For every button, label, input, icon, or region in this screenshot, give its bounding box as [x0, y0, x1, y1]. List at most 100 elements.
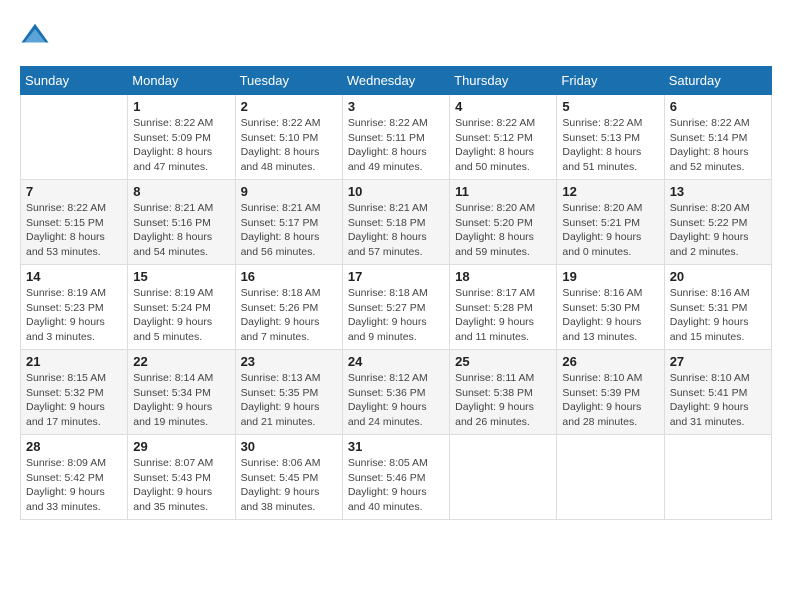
- day-info: Sunrise: 8:22 AMSunset: 5:09 PMDaylight:…: [133, 116, 229, 175]
- calendar-cell: [450, 435, 557, 520]
- day-number: 17: [348, 269, 444, 284]
- calendar-cell: [664, 435, 771, 520]
- day-number: 11: [455, 184, 551, 199]
- day-number: 23: [241, 354, 337, 369]
- day-info: Sunrise: 8:20 AMSunset: 5:21 PMDaylight:…: [562, 201, 658, 260]
- day-info: Sunrise: 8:07 AMSunset: 5:43 PMDaylight:…: [133, 456, 229, 515]
- day-info: Sunrise: 8:11 AMSunset: 5:38 PMDaylight:…: [455, 371, 551, 430]
- calendar-cell: 19 Sunrise: 8:16 AMSunset: 5:30 PMDayligh…: [557, 265, 664, 350]
- day-info: Sunrise: 8:19 AMSunset: 5:23 PMDaylight:…: [26, 286, 122, 345]
- day-number: 24: [348, 354, 444, 369]
- day-number: 6: [670, 99, 766, 114]
- calendar-cell: 8Sunrise: 8:21 AMSunset: 5:16 PMDaylight…: [128, 180, 235, 265]
- day-info: Sunrise: 8:06 AMSunset: 5:45 PMDaylight:…: [241, 456, 337, 515]
- calendar-header-wednesday: Wednesday: [342, 67, 449, 95]
- calendar-header-monday: Monday: [128, 67, 235, 95]
- day-number: 29: [133, 439, 229, 454]
- calendar-cell: 4 Sunrise: 8:22 AMSunset: 5:12 PMDaylight…: [450, 95, 557, 180]
- calendar-cell: 24 Sunrise: 8:12 AMSunset: 5:36 PMDayligh…: [342, 350, 449, 435]
- calendar-cell: 16 Sunrise: 8:18 AMSunset: 5:26 PMDayligh…: [235, 265, 342, 350]
- calendar-cell: 15 Sunrise: 8:19 AMSunset: 5:24 PMDayligh…: [128, 265, 235, 350]
- calendar-cell: 1 Sunrise: 8:22 AMSunset: 5:09 PMDaylight…: [128, 95, 235, 180]
- day-number: 22: [133, 354, 229, 369]
- calendar-cell: 26 Sunrise: 8:10 AMSunset: 5:39 PMDayligh…: [557, 350, 664, 435]
- calendar-cell: 2 Sunrise: 8:22 AMSunset: 5:10 PMDaylight…: [235, 95, 342, 180]
- day-info: Sunrise: 8:20 AMSunset: 5:20 PMDaylight:…: [455, 201, 551, 260]
- calendar-cell: 28Sunrise: 8:09 AMSunset: 5:42 PMDayligh…: [21, 435, 128, 520]
- calendar-cell: 14 Sunrise: 8:19 AMSunset: 5:23 PMDayligh…: [21, 265, 128, 350]
- logo-icon: [20, 20, 50, 50]
- calendar-cell: 6 Sunrise: 8:22 AMSunset: 5:14 PMDaylight…: [664, 95, 771, 180]
- day-number: 16: [241, 269, 337, 284]
- calendar-table: SundayMondayTuesdayWednesdayThursdayFrid…: [20, 66, 772, 520]
- calendar-cell: 27 Sunrise: 8:10 AMSunset: 5:41 PMDayligh…: [664, 350, 771, 435]
- day-info: Sunrise: 8:22 AMSunset: 5:15 PMDaylight:…: [26, 201, 122, 260]
- calendar-cell: 7 Sunrise: 8:22 AMSunset: 5:15 PMDaylight…: [21, 180, 128, 265]
- day-number: 20: [670, 269, 766, 284]
- day-info: Sunrise: 8:19 AMSunset: 5:24 PMDaylight:…: [133, 286, 229, 345]
- day-info: Sunrise: 8:18 AMSunset: 5:27 PMDaylight:…: [348, 286, 444, 345]
- calendar-header-sunday: Sunday: [21, 67, 128, 95]
- calendar-cell: 22 Sunrise: 8:14 AMSunset: 5:34 PMDayligh…: [128, 350, 235, 435]
- day-info: Sunrise: 8:18 AMSunset: 5:26 PMDaylight:…: [241, 286, 337, 345]
- calendar-cell: 17 Sunrise: 8:18 AMSunset: 5:27 PMDayligh…: [342, 265, 449, 350]
- day-info: Sunrise: 8:21 AMSunset: 5:18 PMDaylight:…: [348, 201, 444, 260]
- calendar-cell: 18 Sunrise: 8:17 AMSunset: 5:28 PMDayligh…: [450, 265, 557, 350]
- calendar-cell: 12 Sunrise: 8:20 AMSunset: 5:21 PMDayligh…: [557, 180, 664, 265]
- calendar-cell: 30 Sunrise: 8:06 AMSunset: 5:45 PMDayligh…: [235, 435, 342, 520]
- calendar-header-thursday: Thursday: [450, 67, 557, 95]
- day-number: 7: [26, 184, 122, 199]
- day-info: Sunrise: 8:22 AMSunset: 5:12 PMDaylight:…: [455, 116, 551, 175]
- day-number: 25: [455, 354, 551, 369]
- day-number: 12: [562, 184, 658, 199]
- day-info: Sunrise: 8:05 AMSunset: 5:46 PMDaylight:…: [348, 456, 444, 515]
- day-number: 26: [562, 354, 658, 369]
- day-info: Sunrise: 8:16 AMSunset: 5:30 PMDaylight:…: [562, 286, 658, 345]
- day-number: 31: [348, 439, 444, 454]
- day-number: 4: [455, 99, 551, 114]
- day-info: Sunrise: 8:17 AMSunset: 5:28 PMDaylight:…: [455, 286, 551, 345]
- day-number: 18: [455, 269, 551, 284]
- day-number: 9: [241, 184, 337, 199]
- day-number: 27: [670, 354, 766, 369]
- calendar-cell: 20Sunrise: 8:16 AMSunset: 5:31 PMDayligh…: [664, 265, 771, 350]
- day-number: 14: [26, 269, 122, 284]
- calendar-week-row: 14 Sunrise: 8:19 AMSunset: 5:23 PMDayligh…: [21, 265, 772, 350]
- calendar-cell: 9 Sunrise: 8:21 AMSunset: 5:17 PMDaylight…: [235, 180, 342, 265]
- calendar-cell: [21, 95, 128, 180]
- day-info: Sunrise: 8:22 AMSunset: 5:11 PMDaylight:…: [348, 116, 444, 175]
- calendar-cell: 10Sunrise: 8:21 AMSunset: 5:18 PMDayligh…: [342, 180, 449, 265]
- day-number: 2: [241, 99, 337, 114]
- day-info: Sunrise: 8:10 AMSunset: 5:39 PMDaylight:…: [562, 371, 658, 430]
- day-info: Sunrise: 8:21 AMSunset: 5:17 PMDaylight:…: [241, 201, 337, 260]
- calendar-week-row: 7 Sunrise: 8:22 AMSunset: 5:15 PMDaylight…: [21, 180, 772, 265]
- calendar-cell: 11 Sunrise: 8:20 AMSunset: 5:20 PMDayligh…: [450, 180, 557, 265]
- day-info: Sunrise: 8:14 AMSunset: 5:34 PMDaylight:…: [133, 371, 229, 430]
- day-number: 21: [26, 354, 122, 369]
- day-number: 5: [562, 99, 658, 114]
- calendar-cell: 29 Sunrise: 8:07 AMSunset: 5:43 PMDayligh…: [128, 435, 235, 520]
- calendar-header-tuesday: Tuesday: [235, 67, 342, 95]
- calendar-header-row: SundayMondayTuesdayWednesdayThursdayFrid…: [21, 67, 772, 95]
- day-number: 19: [562, 269, 658, 284]
- calendar-header-saturday: Saturday: [664, 67, 771, 95]
- day-info: Sunrise: 8:12 AMSunset: 5:36 PMDaylight:…: [348, 371, 444, 430]
- calendar-cell: 3 Sunrise: 8:22 AMSunset: 5:11 PMDaylight…: [342, 95, 449, 180]
- day-info: Sunrise: 8:20 AMSunset: 5:22 PMDaylight:…: [670, 201, 766, 260]
- calendar-week-row: 21 Sunrise: 8:15 AMSunset: 5:32 PMDayligh…: [21, 350, 772, 435]
- day-number: 28: [26, 439, 122, 454]
- day-number: 30: [241, 439, 337, 454]
- calendar-header-friday: Friday: [557, 67, 664, 95]
- day-info: Sunrise: 8:22 AMSunset: 5:14 PMDaylight:…: [670, 116, 766, 175]
- day-number: 3: [348, 99, 444, 114]
- day-info: Sunrise: 8:22 AMSunset: 5:10 PMDaylight:…: [241, 116, 337, 175]
- logo: [20, 20, 54, 50]
- day-number: 8: [133, 184, 229, 199]
- day-info: Sunrise: 8:15 AMSunset: 5:32 PMDaylight:…: [26, 371, 122, 430]
- day-number: 15: [133, 269, 229, 284]
- day-info: Sunrise: 8:10 AMSunset: 5:41 PMDaylight:…: [670, 371, 766, 430]
- calendar-week-row: 1 Sunrise: 8:22 AMSunset: 5:09 PMDaylight…: [21, 95, 772, 180]
- page-header: [20, 20, 772, 50]
- day-number: 1: [133, 99, 229, 114]
- calendar-cell: 23Sunrise: 8:13 AMSunset: 5:35 PMDayligh…: [235, 350, 342, 435]
